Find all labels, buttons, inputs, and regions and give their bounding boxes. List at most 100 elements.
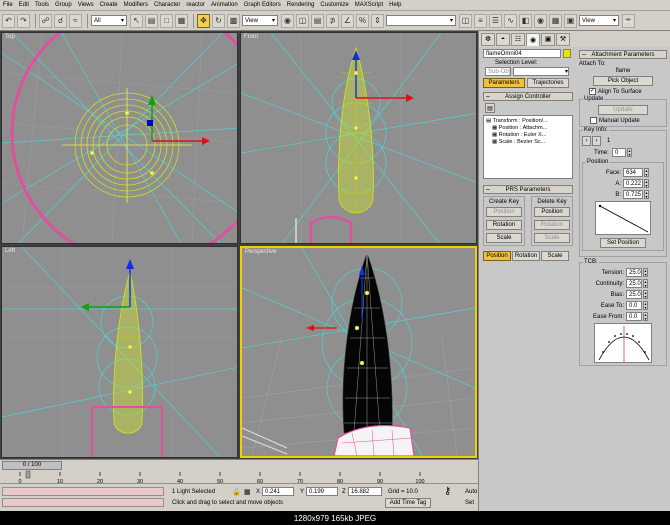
- bias-field[interactable]: 25.0: [626, 290, 642, 299]
- tree-item-rotation[interactable]: ▦ Rotation : Euler X...: [486, 132, 570, 139]
- rotation-mode-button[interactable]: Rotation: [512, 251, 540, 261]
- pick-object-button[interactable]: Pick Object: [593, 76, 653, 86]
- select-link-icon[interactable]: ☍: [39, 13, 52, 28]
- viewport-top[interactable]: Top: [1, 32, 238, 244]
- crossing-selection-icon[interactable]: ▦: [175, 13, 188, 28]
- tab-motion-icon[interactable]: ◉: [526, 32, 540, 46]
- viewport-label-front[interactable]: Front: [244, 34, 258, 40]
- align-tool-icon[interactable]: ≡: [474, 13, 487, 28]
- add-time-tag-button[interactable]: Add Time Tag: [385, 498, 431, 508]
- viewport-label-left[interactable]: Left: [5, 248, 15, 254]
- render-type-dropdown[interactable]: View ▾: [579, 15, 619, 26]
- bias-spinner[interactable]: ▴ ▾: [643, 290, 648, 299]
- create-scale-key-button[interactable]: Scale: [486, 233, 522, 243]
- align-to-surface-checkbox[interactable]: ✓: [589, 88, 596, 95]
- tab-create-icon[interactable]: ❆: [481, 32, 495, 46]
- schematic-view-icon[interactable]: ◧: [519, 13, 532, 28]
- b-field[interactable]: 0.725: [623, 190, 643, 199]
- face-spinner[interactable]: ▴ ▾: [644, 168, 649, 177]
- menu-create[interactable]: Create: [100, 2, 118, 8]
- tab-hierarchy-icon[interactable]: ☷: [511, 32, 525, 46]
- reference-coordinate-dropdown[interactable]: View ▾: [242, 15, 278, 26]
- material-editor-icon[interactable]: ◉: [534, 13, 547, 28]
- tab-utilities-icon[interactable]: ⚒: [556, 32, 570, 46]
- redo-icon[interactable]: ↷: [17, 13, 30, 28]
- render-frame-icon[interactable]: ▣: [564, 13, 577, 28]
- auto-key-button[interactable]: Auto: [465, 489, 477, 495]
- align-icon[interactable]: ▤: [311, 13, 324, 28]
- angle-snap-icon[interactable]: ∠: [341, 13, 354, 28]
- position-mode-button[interactable]: Position: [483, 251, 511, 261]
- maxscript-listener-bottom[interactable]: [2, 498, 164, 507]
- viewport-label-perspective[interactable]: Perspective: [245, 249, 276, 255]
- viewport-left[interactable]: Left: [1, 246, 238, 458]
- selection-filter-dropdown[interactable]: All ▾: [91, 15, 127, 26]
- ease-to-spinner[interactable]: ▴ ▾: [643, 301, 648, 310]
- a-field[interactable]: 0.222: [623, 179, 643, 188]
- delete-rotation-key-button[interactable]: Rotation: [534, 220, 570, 230]
- attachment-parameters-rollout[interactable]: – Attachment Parameters: [579, 50, 667, 59]
- lock-selection-icon[interactable]: 🔒: [232, 488, 241, 496]
- time-field[interactable]: 0: [612, 148, 626, 157]
- b-spinner[interactable]: ▴ ▾: [644, 190, 649, 199]
- face-field[interactable]: 634: [623, 168, 643, 177]
- snap-icon[interactable]: ⊅: [326, 13, 339, 28]
- pivot-center-icon[interactable]: ◉: [281, 13, 294, 28]
- tree-item-transform[interactable]: ▤ Transform : Position/...: [486, 118, 570, 125]
- y-coordinate-field[interactable]: 0.199: [306, 487, 338, 496]
- continuity-field[interactable]: 25.0: [626, 279, 642, 288]
- a-spinner[interactable]: ▴ ▾: [644, 179, 649, 188]
- scale-mode-button[interactable]: Scale: [541, 251, 569, 261]
- named-selection-dropdown[interactable]: ▾: [386, 15, 456, 26]
- assign-controller-icon[interactable]: ▤: [485, 103, 495, 113]
- time-spinner[interactable]: ▴ ▾: [627, 148, 632, 157]
- select-and-move-icon[interactable]: ✥: [197, 13, 210, 28]
- previous-key-icon[interactable]: ‹: [582, 136, 591, 146]
- tab-display-icon[interactable]: ▣: [541, 32, 555, 46]
- mirror-icon[interactable]: ◫: [296, 13, 309, 28]
- menu-views[interactable]: Views: [78, 2, 94, 8]
- viewport-front[interactable]: Front: [240, 32, 477, 244]
- set-position-button[interactable]: Set Position: [600, 238, 646, 248]
- rectangular-selection-icon[interactable]: □: [160, 13, 173, 28]
- next-key-icon[interactable]: ›: [592, 136, 601, 146]
- percent-snap-icon[interactable]: %: [356, 13, 369, 28]
- menu-help[interactable]: Help: [389, 2, 401, 8]
- menu-group[interactable]: Group: [55, 2, 72, 8]
- tree-item-scale[interactable]: ▦ Scale : Bezier Sc...: [486, 139, 570, 146]
- key-marker[interactable]: [25, 470, 31, 479]
- continuity-spinner[interactable]: ▴ ▾: [643, 279, 648, 288]
- update-button[interactable]: Update: [598, 105, 648, 115]
- quick-render-icon[interactable]: ☕: [622, 13, 635, 28]
- unlink-icon[interactable]: ☌: [54, 13, 67, 28]
- position-graph[interactable]: [595, 201, 651, 235]
- x-coordinate-field[interactable]: 0.241: [262, 487, 294, 496]
- spinner-snap-icon[interactable]: ⇕: [371, 13, 384, 28]
- render-setup-icon[interactable]: ▦: [549, 13, 562, 28]
- mirror-tool-icon[interactable]: ◫: [459, 13, 472, 28]
- time-slider-handle[interactable]: 0 / 100: [2, 460, 62, 470]
- menu-reactor[interactable]: reactor: [186, 2, 205, 8]
- z-coordinate-field[interactable]: 16.882: [348, 487, 382, 496]
- delete-position-key-button[interactable]: Position: [534, 207, 570, 217]
- tab-modify-icon[interactable]: ◓: [496, 32, 510, 46]
- menu-rendering[interactable]: Rendering: [287, 2, 315, 8]
- menu-maxscript[interactable]: MAXScript: [355, 2, 383, 8]
- track-bar[interactable]: 0 10 20 30 40 50 60 70 80 90 100: [0, 470, 478, 484]
- create-position-key-button[interactable]: Position: [486, 207, 522, 217]
- undo-icon[interactable]: ↶: [2, 13, 15, 28]
- tree-item-position[interactable]: ▦ Position : Attachm...: [486, 125, 570, 132]
- maxscript-listener-top[interactable]: [2, 487, 164, 496]
- bind-space-warp-icon[interactable]: ≈: [69, 13, 82, 28]
- curve-editor-icon[interactable]: ∿: [504, 13, 517, 28]
- select-and-scale-icon[interactable]: ▩: [227, 13, 240, 28]
- trajectories-tab-button[interactable]: Trajectories: [527, 78, 569, 88]
- menu-tools[interactable]: Tools: [35, 2, 49, 8]
- menu-character[interactable]: Character: [154, 2, 180, 8]
- delete-scale-key-button[interactable]: Scale: [534, 233, 570, 243]
- prs-parameters-rollout[interactable]: – PRS Parameters: [483, 185, 573, 194]
- select-by-name-icon[interactable]: ▤: [145, 13, 158, 28]
- assign-controller-rollout[interactable]: – Assign Controller: [483, 92, 573, 101]
- menu-animation[interactable]: Animation: [211, 2, 238, 8]
- manual-update-checkbox[interactable]: [590, 117, 597, 124]
